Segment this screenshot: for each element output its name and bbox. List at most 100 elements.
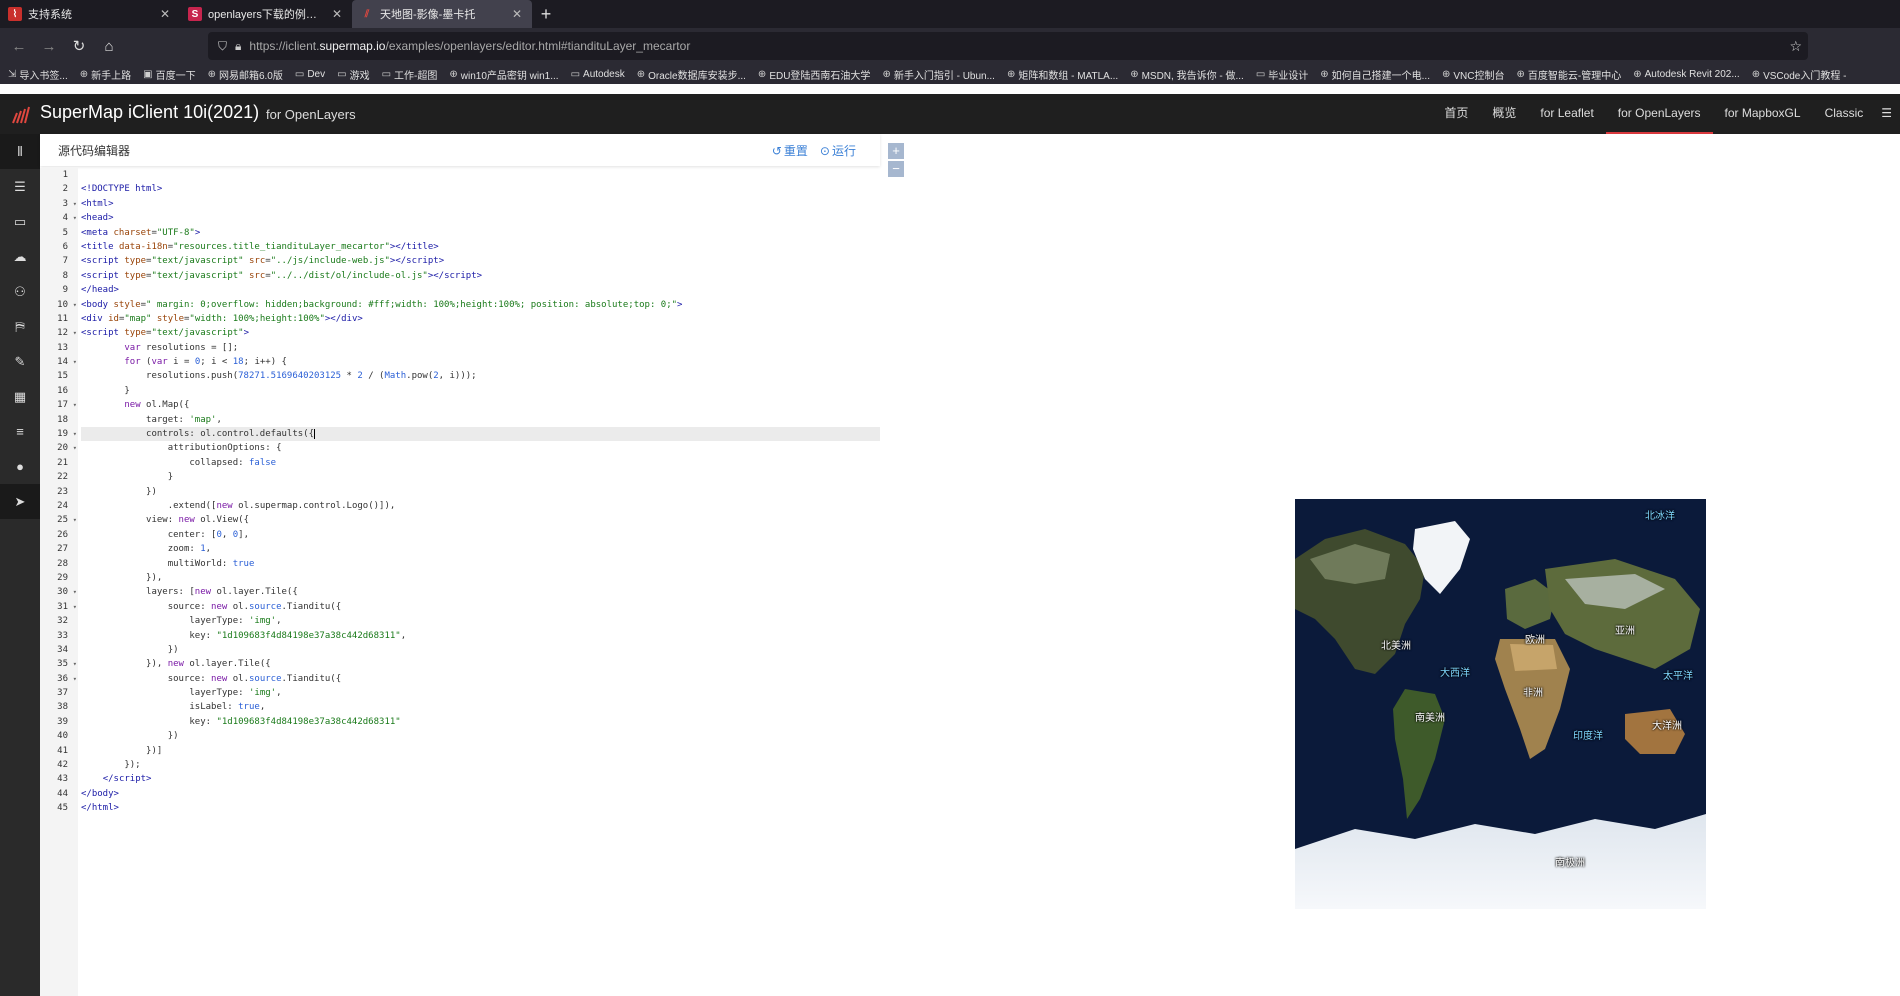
new-tab-button[interactable]: +: [532, 0, 560, 28]
nav-classic[interactable]: Classic: [1813, 94, 1876, 134]
image-icon[interactable]: ▦: [0, 379, 40, 414]
line-number: 3 ▾: [40, 197, 78, 211]
send-icon[interactable]: ➤: [0, 484, 40, 519]
close-icon[interactable]: ✕: [510, 7, 524, 21]
supermap-logo-icon[interactable]: [12, 106, 32, 124]
bookmark-folder[interactable]: ▭ 毕业设计: [1256, 67, 1308, 82]
bookmark-star-icon[interactable]: ☆: [1789, 38, 1802, 55]
code-line: key: "1d109683f4d84198e37a38c442d68311",: [81, 630, 407, 641]
bookmark-item[interactable]: ⊕ Oracle数据库安装步...: [637, 67, 746, 82]
home-icon[interactable]: ⌂: [94, 31, 124, 61]
url-text: https://iclient.supermap.io/examples/ope…: [249, 39, 690, 53]
code-area[interactable]: <!DOCTYPE html> <html> <head> <meta char…: [81, 168, 880, 996]
cloud-icon[interactable]: ☁: [0, 239, 40, 274]
map-label-antarctica: 南极洲: [1555, 858, 1585, 869]
bookmark-item[interactable]: ⊕ VSCode入门教程 -: [1752, 67, 1847, 82]
nav-openlayers[interactable]: for OpenLayers: [1605, 94, 1713, 134]
line-number: 4 ▾: [40, 211, 78, 225]
reset-button[interactable]: ↺ 重置: [772, 142, 808, 159]
sliders-icon[interactable]: ≡: [0, 414, 40, 449]
zoom-out-button[interactable]: −: [888, 161, 904, 177]
bookmark-item[interactable]: ⊕ EDU登陆西南石油大学: [758, 67, 871, 82]
fold-arrow-icon[interactable]: ▾: [73, 197, 77, 211]
back-icon[interactable]: ←: [4, 31, 34, 61]
zoom-in-button[interactable]: +: [888, 143, 904, 159]
globe-icon[interactable]: ●: [0, 449, 40, 484]
bookmark-item[interactable]: ⊕ win10产品密钥 win1...: [449, 67, 558, 82]
address-bar[interactable]: ⛉ 🔒︎ https://iclient.supermap.io/example…: [208, 32, 1808, 60]
tab-support-system[interactable]: ⌇ 支持系统 ✕: [0, 0, 180, 28]
line-number: 35 ▾: [40, 657, 78, 671]
line-number: 44: [57, 788, 68, 799]
nav-mapboxgl[interactable]: for MapboxGL: [1713, 94, 1813, 134]
folder-icon: ▭: [381, 68, 392, 80]
map-view[interactable]: 北冰洋 北美洲 欧洲 亚洲 大西洋 太平洋 非洲 南美洲 印度洋 大洋洲 南极洲: [1295, 499, 1706, 909]
monitor-icon[interactable]: ▭: [0, 204, 40, 239]
fold-arrow-icon[interactable]: ▾: [73, 326, 77, 340]
code-line: <script type="text/javascript">: [81, 328, 250, 339]
fold-arrow-icon[interactable]: ▾: [73, 427, 77, 441]
brand-title[interactable]: SuperMap iClient 10i(2021): [40, 102, 259, 123]
layers-icon[interactable]: ☰: [0, 169, 40, 204]
fold-arrow-icon[interactable]: ▾: [73, 657, 77, 671]
close-icon[interactable]: ✕: [158, 7, 172, 21]
users-icon[interactable]: ⚇: [0, 274, 40, 309]
bookmark-item[interactable]: ⊕ 新手上路: [80, 67, 131, 82]
fold-arrow-icon[interactable]: ▾: [73, 211, 77, 225]
sidebar-toggle-icon[interactable]: ⦀: [0, 134, 40, 169]
line-number: 39: [57, 716, 68, 727]
tab-tianditu-image[interactable]: ⫽ 天地图-影像-墨卡托 ✕: [352, 0, 532, 28]
line-number: 6: [62, 241, 68, 252]
nav-home[interactable]: 首页: [1432, 94, 1480, 134]
satellite-world-map: [1295, 499, 1706, 909]
fold-arrow-icon[interactable]: ▾: [73, 600, 77, 614]
fold-arrow-icon[interactable]: ▾: [73, 398, 77, 412]
run-button[interactable]: ⊙ 运行: [820, 142, 856, 159]
fold-arrow-icon[interactable]: ▾: [73, 585, 77, 599]
fold-arrow-icon[interactable]: ▾: [73, 355, 77, 369]
map-label-south-america: 南美洲: [1415, 713, 1445, 724]
bookmark-item[interactable]: ⊕ MSDN, 我告诉你 - 做...: [1130, 67, 1244, 82]
code-line: var resolutions = [];: [124, 342, 239, 353]
map-icon[interactable]: ⛿: [0, 309, 40, 344]
bookmark-item[interactable]: ⊕ 矩阵和数组 - MATLA...: [1007, 67, 1118, 82]
menu-icon[interactable]: ☰: [1875, 94, 1900, 134]
sidebar: ⦀ ☰ ▭ ☁ ⚇ ⛿ ✎ ▦ ≡ ● ➤: [0, 134, 40, 996]
navigation-bar: ← → ↻ ⌂ ⛉ 🔒︎ https://iclient.supermap.io…: [0, 28, 1900, 64]
bookmark-item[interactable]: ▣ 百度一下: [143, 67, 195, 82]
fold-arrow-icon[interactable]: ▾: [73, 298, 77, 312]
bookmark-item[interactable]: ⊕ 百度智能云-管理中心: [1517, 67, 1622, 82]
code-line: isLabel: true,: [81, 702, 266, 713]
code-line: target: 'map',: [81, 414, 222, 425]
bookmark-item[interactable]: ⊕ 网易邮箱6.0版: [208, 67, 283, 82]
close-icon[interactable]: ✕: [330, 7, 344, 21]
bookmark-folder[interactable]: ▭ Autodesk: [571, 69, 625, 80]
line-number: 10 ▾: [40, 298, 78, 312]
folder-icon: ▭: [570, 68, 581, 80]
bookmark-item[interactable]: ⊕ VNC控制台: [1442, 67, 1505, 82]
code-line: }: [81, 385, 130, 396]
tab-openlayers-question[interactable]: S openlayers下载的例子中为什么 ✕: [180, 0, 352, 28]
fold-arrow-icon[interactable]: ▾: [73, 513, 77, 527]
bookmark-label: 新手入门指引 - Ubun...: [893, 70, 995, 82]
bookmark-folder[interactable]: ▭ 游戏: [337, 67, 369, 82]
bookmark-item[interactable]: ⊕ 如何自己搭建一个电...: [1320, 67, 1430, 82]
nav-leaflet[interactable]: for Leaflet: [1528, 94, 1605, 134]
fold-arrow-icon[interactable]: ▾: [73, 441, 77, 455]
nav-overview[interactable]: 概览: [1480, 94, 1528, 134]
reload-icon[interactable]: ↻: [64, 31, 94, 61]
bookmark-item[interactable]: ⇲ 导入书签...: [8, 67, 68, 82]
tab-strip: ⌇ 支持系统 ✕ S openlayers下载的例子中为什么 ✕ ⫽ 天地图-影…: [0, 0, 1900, 28]
bookmark-item[interactable]: ⊕ 新手入门指引 - Ubun...: [882, 67, 995, 82]
bookmark-folder[interactable]: ▭ 工作-超图: [382, 67, 438, 82]
undo-icon: ↺: [771, 144, 782, 158]
bookmark-item[interactable]: ⊕ Autodesk Revit 202...: [1633, 69, 1739, 80]
forward-icon[interactable]: →: [34, 31, 64, 61]
code-line: });: [81, 760, 141, 771]
line-number: 38: [57, 702, 68, 713]
bookmark-folder[interactable]: ▭ Dev: [295, 69, 325, 80]
fold-arrow-icon[interactable]: ▾: [73, 672, 77, 686]
line-number: 30 ▾: [40, 585, 78, 599]
folder-icon: ▭: [337, 68, 347, 80]
edit-icon[interactable]: ✎: [0, 344, 40, 379]
